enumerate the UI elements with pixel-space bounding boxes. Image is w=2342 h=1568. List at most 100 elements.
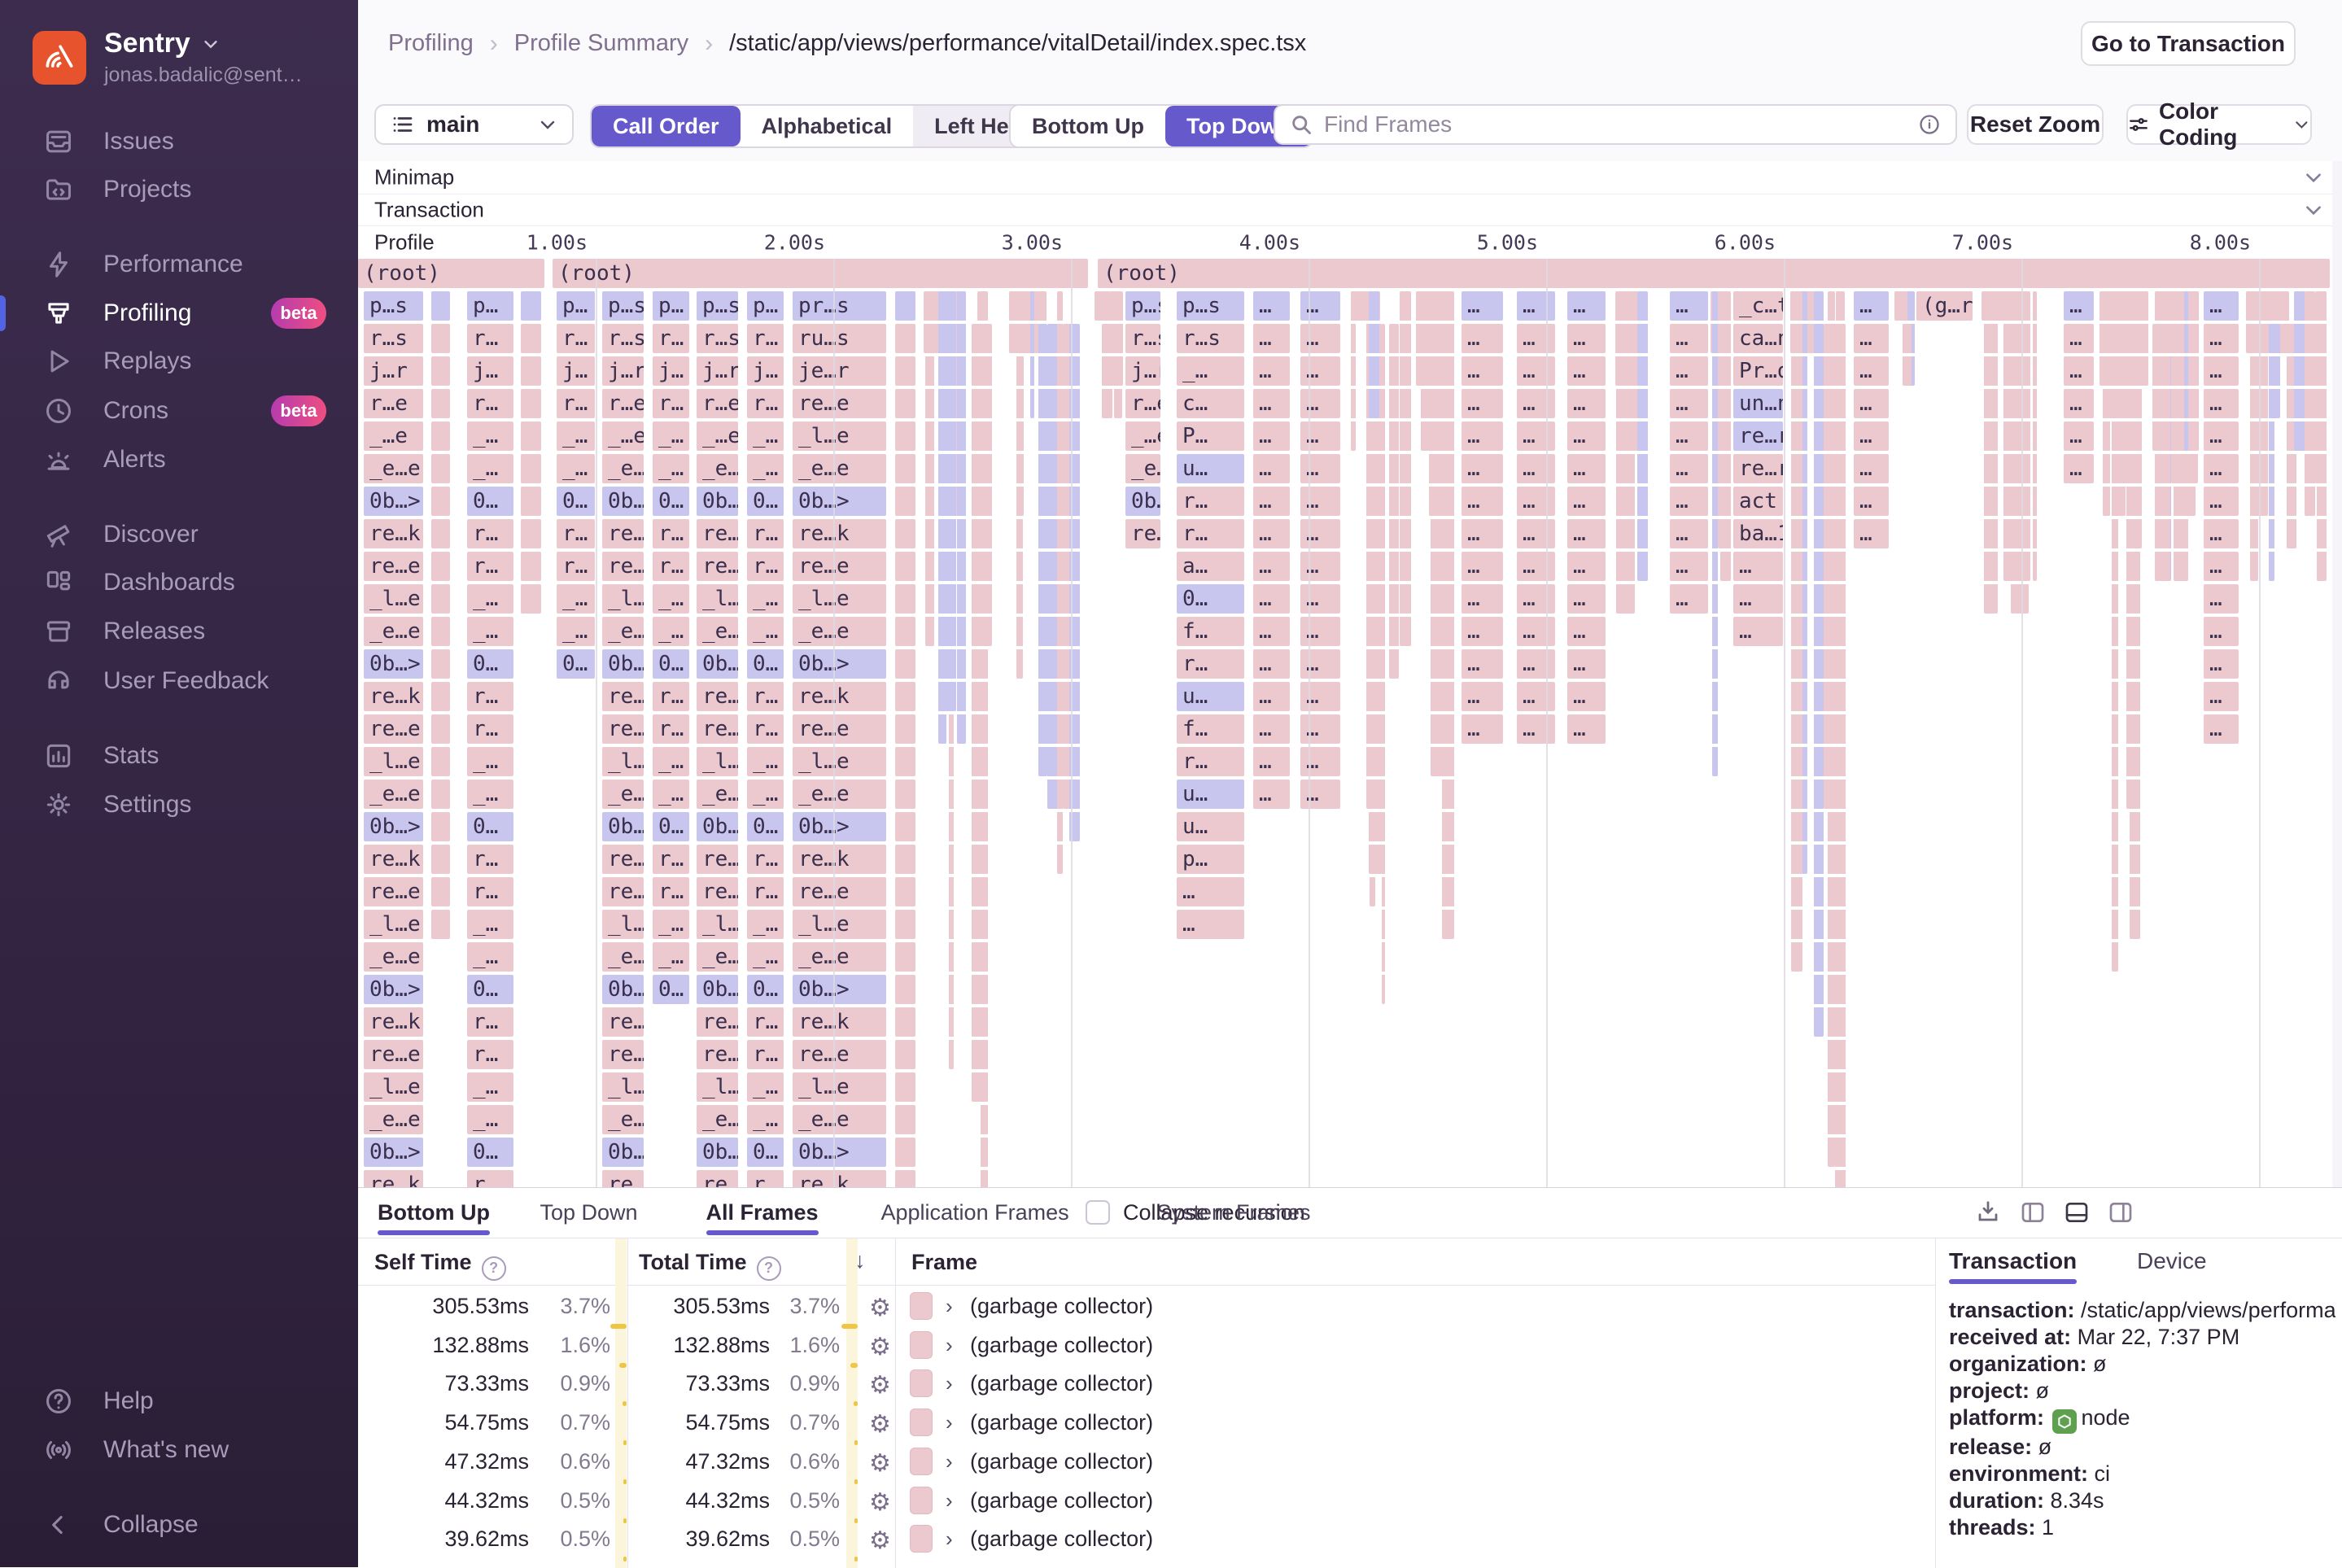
flame-frame[interactable]: re…e bbox=[364, 877, 423, 906]
flame-frame[interactable]: p…s bbox=[1125, 291, 1160, 321]
flame-frame[interactable]: … bbox=[2064, 421, 2094, 451]
sidebar-item-projects[interactable]: Projects bbox=[0, 168, 358, 211]
flame-frame[interactable]: … bbox=[1854, 291, 1889, 321]
flame-frame[interactable]: … bbox=[1567, 552, 1606, 581]
chevron-down-icon[interactable] bbox=[2303, 167, 2324, 188]
flame-frame[interactable]: … bbox=[1253, 454, 1290, 483]
flame-frame[interactable]: … bbox=[1733, 584, 1783, 614]
flame-frame[interactable]: … bbox=[1462, 584, 1503, 614]
flame-frame[interactable]: _… bbox=[653, 617, 689, 646]
flame-frame[interactable] bbox=[431, 584, 450, 614]
flame-frame[interactable]: … bbox=[1567, 389, 1606, 418]
flame-frame[interactable]: r…s bbox=[697, 324, 738, 353]
flame-frame[interactable]: 0… bbox=[653, 487, 689, 516]
flame-frame[interactable]: r… bbox=[747, 877, 784, 906]
flame-frame[interactable]: p… bbox=[1177, 845, 1244, 874]
flame-frame[interactable]: _… bbox=[747, 910, 784, 939]
flame-frame[interactable]: _… bbox=[467, 617, 513, 646]
flame-frame[interactable]: re…k bbox=[793, 682, 886, 711]
flame-frame[interactable]: … bbox=[1854, 356, 1889, 386]
flame-frame[interactable]: pr…s bbox=[793, 291, 886, 321]
flame-frame[interactable]: … bbox=[1517, 714, 1555, 744]
expand-chevron-icon[interactable]: › bbox=[946, 1410, 953, 1435]
flame-frame[interactable]: _l…e bbox=[602, 910, 644, 939]
flame-frame[interactable]: _e…e bbox=[793, 942, 886, 972]
flame-frame[interactable]: r… bbox=[653, 519, 689, 548]
flame-frame-cluster[interactable] bbox=[1637, 291, 1648, 581]
flame-frame[interactable] bbox=[895, 812, 915, 841]
flame-frame[interactable]: … bbox=[1567, 682, 1606, 711]
flame-frame[interactable]: … bbox=[1567, 617, 1606, 646]
flame-frame[interactable]: je…r bbox=[793, 356, 886, 386]
flame-frame[interactable]: _… bbox=[467, 454, 513, 483]
flame-frame[interactable]: re…e bbox=[602, 877, 644, 906]
flame-frame[interactable] bbox=[521, 389, 541, 418]
flame-frame[interactable] bbox=[521, 519, 541, 548]
expand-chevron-icon[interactable]: › bbox=[946, 1449, 953, 1474]
flame-frame[interactable]: r… bbox=[467, 1040, 513, 1069]
sidebar-item-issues[interactable]: Issues bbox=[0, 120, 358, 163]
flame-frame-cluster[interactable] bbox=[2269, 324, 2275, 581]
flame-frame[interactable]: … bbox=[1670, 454, 1708, 483]
flame-frame[interactable]: re…k bbox=[364, 1170, 423, 1187]
flame-frame[interactable]: r… bbox=[467, 682, 513, 711]
flame-frame[interactable]: … bbox=[2204, 682, 2239, 711]
flame-frame-cluster[interactable] bbox=[982, 324, 993, 646]
flame-frame[interactable]: _… bbox=[557, 584, 595, 614]
frame-settings-icon[interactable]: ⚙ bbox=[869, 1527, 891, 1555]
sidebar-item-dashboards[interactable]: Dashboards bbox=[0, 561, 358, 604]
flame-frame-cluster[interactable] bbox=[1790, 291, 1803, 972]
flame-frame[interactable]: _l…e bbox=[602, 747, 644, 776]
flame-frame[interactable] bbox=[431, 682, 450, 711]
flame-frame[interactable]: … bbox=[1300, 617, 1340, 646]
flame-frame[interactable]: _e…e bbox=[364, 780, 423, 809]
flame-frame[interactable]: … bbox=[2204, 519, 2239, 548]
column-divider[interactable] bbox=[895, 1238, 896, 1568]
sidebar-item-collapse[interactable]: Collapse bbox=[0, 1504, 358, 1546]
flame-frame[interactable]: 0b…> bbox=[364, 649, 423, 679]
flame-frame-cluster[interactable] bbox=[2154, 291, 2165, 581]
flame-frame[interactable]: _e…e bbox=[793, 617, 886, 646]
flame-frame[interactable]: … bbox=[1462, 487, 1503, 516]
flame-frame[interactable]: _… bbox=[467, 942, 513, 972]
flame-frame[interactable]: re…k bbox=[364, 682, 423, 711]
flame-frame[interactable]: _… bbox=[467, 910, 513, 939]
flame-frame[interactable]: … bbox=[1517, 389, 1555, 418]
flame-frame[interactable]: re…k bbox=[602, 1007, 644, 1037]
flame-frame[interactable]: … bbox=[2064, 291, 2094, 321]
flame-frame[interactable] bbox=[521, 584, 541, 614]
flame-frame[interactable]: re…e bbox=[793, 389, 886, 418]
sidebar-item-performance[interactable]: Performance bbox=[0, 243, 358, 286]
flame-frame[interactable] bbox=[431, 845, 450, 874]
sidebar-item-stats[interactable]: Stats bbox=[0, 735, 358, 777]
flame-frame[interactable]: … bbox=[1462, 519, 1503, 548]
flame-frame[interactable]: re…k bbox=[793, 519, 886, 548]
flame-frame[interactable]: a… bbox=[1177, 552, 1244, 581]
flame-frame[interactable]: re…k bbox=[602, 519, 644, 548]
flame-frame[interactable]: 0… bbox=[467, 975, 513, 1004]
flame-frame[interactable]: … bbox=[2064, 454, 2094, 483]
flame-frame[interactable]: u… bbox=[1177, 454, 1244, 483]
layout-bottom-icon[interactable] bbox=[2064, 1199, 2090, 1225]
flame-frame[interactable]: 0… bbox=[747, 1138, 784, 1167]
flame-frame[interactable]: … bbox=[2204, 487, 2239, 516]
flame-frame[interactable]: j…r bbox=[697, 356, 738, 386]
flame-frame[interactable] bbox=[895, 552, 915, 581]
flame-frame[interactable]: 0b…> bbox=[364, 487, 423, 516]
flame-frame[interactable]: … bbox=[1300, 519, 1340, 548]
flame-frame[interactable]: r… bbox=[747, 682, 784, 711]
flame-frame[interactable]: _l…e bbox=[697, 1072, 738, 1102]
flame-frame[interactable]: … bbox=[1517, 487, 1555, 516]
flame-frame[interactable]: r…s bbox=[1177, 324, 1244, 353]
flame-frame[interactable]: _l…e bbox=[602, 1072, 644, 1102]
flame-frame[interactable]: re…r bbox=[1733, 454, 1783, 483]
tab-top-down[interactable]: Top Down bbox=[540, 1188, 638, 1237]
flame-frame[interactable]: 0b…> bbox=[697, 649, 738, 679]
expand-chevron-icon[interactable]: › bbox=[946, 1333, 953, 1358]
flame-frame[interactable]: … bbox=[1300, 682, 1340, 711]
flame-frame[interactable]: re…e bbox=[364, 714, 423, 744]
flame-frame[interactable]: r… bbox=[557, 324, 595, 353]
flame-frame[interactable]: … bbox=[1670, 291, 1708, 321]
sidebar-item-settings[interactable]: Settings bbox=[0, 784, 358, 826]
frame-name[interactable]: (garbage collector) bbox=[970, 1294, 1153, 1319]
